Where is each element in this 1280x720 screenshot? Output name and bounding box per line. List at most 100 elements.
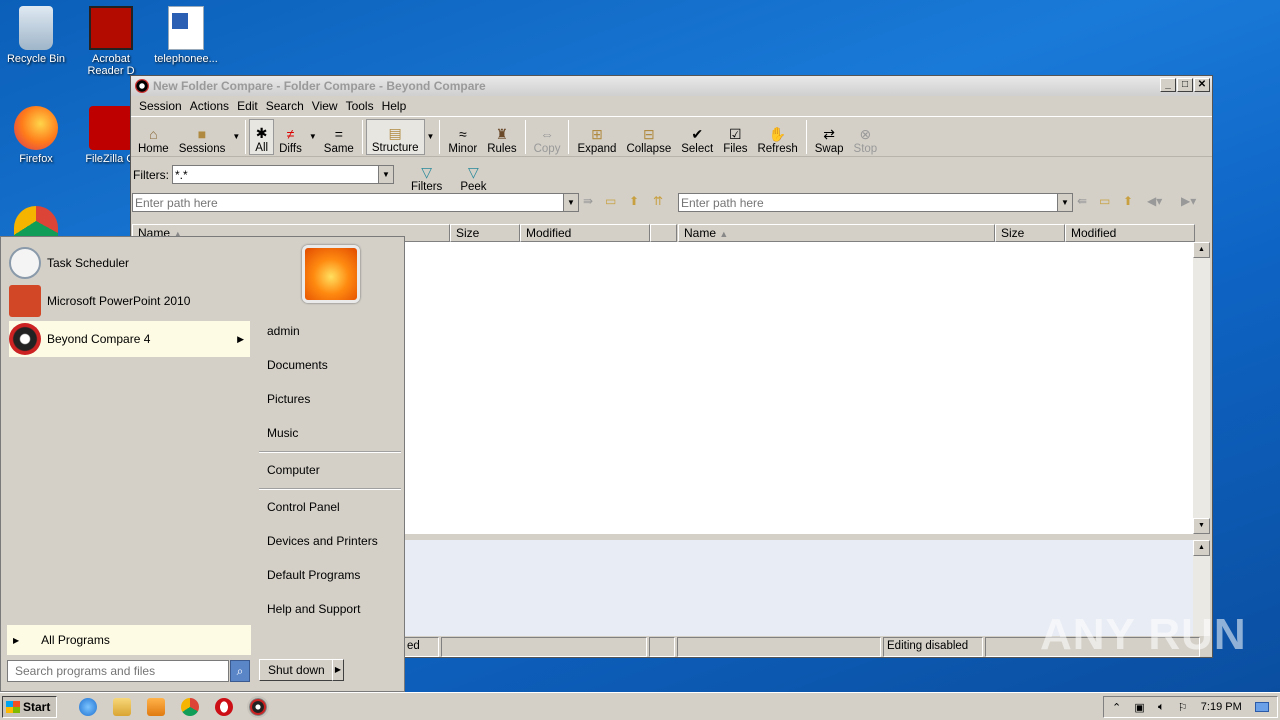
forward-icon[interactable]: ▶▾: [1181, 194, 1196, 208]
desktop-icon-acrobat[interactable]: Acrobat Reader D: [73, 6, 149, 77]
menu-view[interactable]: View: [308, 99, 342, 113]
volume-icon[interactable]: 🔈︎: [1158, 701, 1165, 714]
menu-edit[interactable]: Edit: [233, 99, 262, 113]
expand-button[interactable]: ⊞ Expand: [572, 119, 621, 155]
chevron-down-icon[interactable]: ▼: [1057, 194, 1072, 211]
title-bar[interactable]: New Folder Compare - Folder Compare - Be…: [131, 76, 1212, 96]
search-box[interactable]: [7, 660, 229, 682]
desktop-icon-recycle-bin[interactable]: Recycle Bin: [0, 6, 74, 65]
place-computer[interactable]: Computer: [267, 463, 320, 477]
folder-open-icon[interactable]: ▭: [1099, 194, 1110, 208]
peek-button[interactable]: ▽ Peek: [455, 157, 491, 193]
menu-actions[interactable]: Actions: [186, 99, 233, 113]
place-default-programs[interactable]: Default Programs: [267, 568, 360, 582]
search-input[interactable]: [8, 661, 223, 680]
menu-divider: [259, 451, 401, 453]
scroll-down-icon[interactable]: ▼: [1193, 518, 1210, 534]
program-task-scheduler[interactable]: Task Scheduler: [9, 245, 250, 281]
menu-session[interactable]: Session: [135, 99, 186, 113]
maximize-button[interactable]: □: [1177, 78, 1193, 92]
folder-up-icon[interactable]: ⬆: [1123, 194, 1133, 208]
tray-expand-icon[interactable]: ⌃: [1112, 701, 1121, 714]
explorer-folder-icon[interactable]: [113, 697, 132, 716]
place-documents[interactable]: Documents: [267, 358, 328, 372]
sessions-button[interactable]: ■ Sessions: [174, 119, 231, 155]
scroll-up-icon[interactable]: ▲: [1193, 242, 1210, 258]
program-powerpoint[interactable]: Microsoft PowerPoint 2010: [9, 283, 250, 319]
folder-up-both-icon[interactable]: ⇈: [653, 194, 663, 208]
shutdown-options-button[interactable]: ▶: [332, 659, 344, 681]
minor-button[interactable]: ≈ Minor: [443, 119, 482, 155]
network-icon[interactable]: ▣: [1134, 701, 1144, 714]
filters-combo[interactable]: *.* ▼: [172, 165, 394, 184]
right-col-modified[interactable]: Modified: [1065, 224, 1195, 242]
chevron-down-icon[interactable]: ▼: [563, 194, 578, 211]
refresh-button[interactable]: ✋ Refresh: [752, 119, 802, 155]
filters-button[interactable]: ▽ Filters: [406, 157, 447, 193]
search-button[interactable]: ⌕: [230, 660, 250, 682]
scroll-up-icon[interactable]: ▲: [1193, 540, 1210, 556]
chevron-down-icon[interactable]: ▼: [378, 166, 393, 183]
minimize-button[interactable]: _: [1160, 78, 1176, 92]
desktop-icon-firefox[interactable]: Firefox: [0, 106, 74, 165]
menu-tools[interactable]: Tools: [342, 99, 378, 113]
back-icon[interactable]: ◀▾: [1147, 194, 1162, 208]
place-pictures[interactable]: Pictures: [267, 392, 310, 406]
place-admin[interactable]: admin: [267, 324, 300, 338]
close-button[interactable]: ✕: [1194, 78, 1210, 92]
toolbar-separator: [439, 120, 441, 154]
desktop-icon-word-doc[interactable]: telephonee...: [148, 6, 224, 65]
structure-dropdown-icon[interactable]: ▼: [425, 132, 437, 141]
shutdown-button[interactable]: Shut down: [259, 659, 333, 681]
clock[interactable]: 7:19 PM: [1201, 701, 1242, 713]
right-col-size[interactable]: Size: [995, 224, 1065, 242]
place-music[interactable]: Music: [267, 426, 298, 440]
place-devices-printers[interactable]: Devices and Printers: [267, 534, 378, 548]
structure-button[interactable]: ▤ Structure: [365, 119, 425, 155]
vertical-scrollbar[interactable]: ▲ ▼: [1193, 242, 1210, 534]
media-player-icon[interactable]: [147, 697, 166, 716]
place-help-support[interactable]: Help and Support: [267, 602, 360, 616]
program-beyond-compare[interactable]: Beyond Compare 4 ▶: [9, 321, 250, 357]
copy-button[interactable]: ⇔ Copy: [529, 119, 566, 155]
opera-icon[interactable]: [215, 697, 234, 716]
menu-help[interactable]: Help: [378, 99, 411, 113]
diffs-button[interactable]: ≠ Diffs: [274, 119, 307, 155]
internet-explorer-icon[interactable]: [79, 697, 98, 716]
stop-button[interactable]: ⊗ Stop: [849, 119, 883, 155]
rules-button[interactable]: ♜ Rules: [482, 119, 521, 155]
left-col-extra[interactable]: [650, 224, 677, 242]
left-col-modified[interactable]: Modified: [520, 224, 650, 242]
copy-right-icon[interactable]: ⇛: [583, 194, 593, 208]
right-path-combo[interactable]: ▼: [678, 193, 1073, 212]
action-center-flag-icon[interactable]: ⚐: [1178, 701, 1188, 714]
show-desktop-icon[interactable]: [1254, 702, 1269, 712]
home-button[interactable]: ⌂ Home: [133, 119, 174, 155]
left-col-size[interactable]: Size: [450, 224, 520, 242]
menu-search[interactable]: Search: [262, 99, 308, 113]
select-button[interactable]: ✔ Select: [676, 119, 718, 155]
files-button[interactable]: ☑ Files: [718, 119, 752, 155]
chrome-icon[interactable]: [181, 697, 200, 716]
toolbar-separator: [361, 120, 363, 154]
window-title: New Folder Compare - Folder Compare - Be…: [153, 79, 486, 93]
diffs-dropdown-icon[interactable]: ▼: [307, 132, 319, 141]
copy-left-icon[interactable]: ⇚: [1077, 194, 1087, 208]
place-control-panel[interactable]: Control Panel: [267, 500, 340, 514]
swap-button[interactable]: ⇄ Swap: [810, 119, 849, 155]
right-path-input[interactable]: [681, 195, 1051, 210]
start-button[interactable]: Start: [2, 695, 58, 718]
collapse-button[interactable]: ⊟ Collapse: [621, 119, 676, 155]
chrome-icon[interactable]: [14, 206, 58, 236]
beyond-compare-taskbar-icon[interactable]: [247, 695, 270, 718]
all-button[interactable]: ✱ All: [249, 119, 275, 155]
folder-up-icon[interactable]: ⬆: [629, 194, 639, 208]
folder-open-icon[interactable]: ▭: [605, 194, 616, 208]
right-col-name[interactable]: Name ▲: [678, 224, 995, 242]
left-path-input[interactable]: [135, 195, 555, 210]
user-picture[interactable]: [302, 245, 360, 303]
all-programs[interactable]: ▶ All Programs: [7, 625, 251, 655]
same-button[interactable]: = Same: [319, 119, 359, 155]
sessions-dropdown-icon[interactable]: ▼: [230, 132, 242, 141]
left-path-combo[interactable]: ▼: [132, 193, 579, 212]
